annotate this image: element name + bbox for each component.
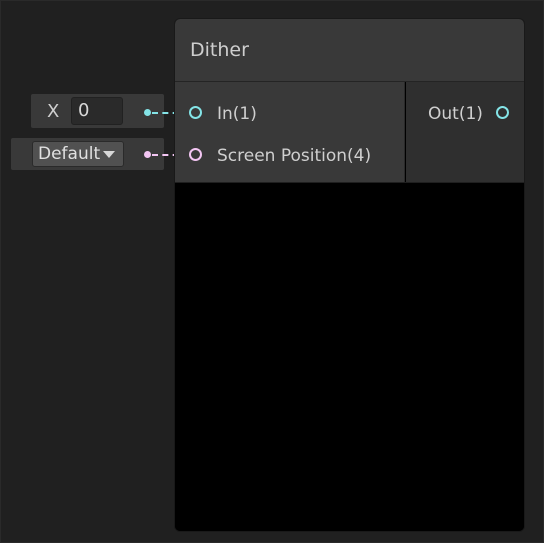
node-header[interactable]: Dither: [175, 19, 524, 82]
x-field-label: X: [47, 101, 60, 122]
in-port-icon[interactable]: [189, 106, 202, 119]
node-title: Dither: [190, 39, 249, 61]
x-value-input[interactable]: 0: [71, 97, 123, 125]
chevron-down-icon: [103, 151, 115, 158]
in-control-port-icon[interactable]: [144, 109, 151, 116]
screen-position-port-icon[interactable]: [189, 148, 202, 161]
out-port-icon[interactable]: [496, 106, 509, 119]
screen-position-control-port-icon[interactable]: [144, 151, 151, 158]
node-ports: In(1) Screen Position(4) Out(1): [175, 82, 524, 183]
outputs-panel: Out(1): [406, 82, 524, 183]
dropdown-value: Default: [38, 144, 101, 164]
dither-node[interactable]: Dither In(1) Screen Position(4) Out(1): [174, 18, 525, 532]
screen-position-mode-dropdown[interactable]: Default: [32, 141, 124, 167]
out-port-label: Out(1): [428, 104, 483, 124]
node-preview: [175, 183, 524, 531]
inputs-panel: In(1) Screen Position(4): [175, 82, 405, 183]
shader-graph-canvas[interactable]: X 0 Default Dither In(1) Screen Position…: [0, 0, 544, 543]
screen-position-port-label: Screen Position(4): [217, 146, 372, 166]
in-port-label: In(1): [217, 104, 257, 124]
